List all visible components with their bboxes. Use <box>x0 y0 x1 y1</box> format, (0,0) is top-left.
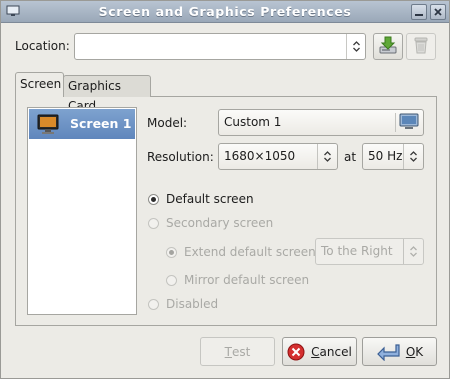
model-combo[interactable]: Custom 1 <box>218 109 424 136</box>
mirror-default-label: Mirror default screen <box>184 273 310 287</box>
location-label: Location: <box>15 39 70 53</box>
disabled-radio[interactable]: Disabled <box>148 297 218 311</box>
radio-indicator <box>166 246 177 258</box>
refresh-rate-value: 50 Hz <box>368 149 403 163</box>
screen-list[interactable]: Screen 1 <box>27 107 137 315</box>
cancel-label: ancel <box>319 344 352 359</box>
model-label: Model: <box>147 116 188 130</box>
close-button[interactable] <box>430 4 446 20</box>
default-screen-radio[interactable]: Default screen <box>148 192 254 206</box>
chevron-updown-icon <box>403 239 423 264</box>
extend-position-combo[interactable]: To the Right <box>315 238 424 265</box>
save-download-icon <box>378 35 398 58</box>
tab-graphics-card[interactable]: Graphics Card <box>63 75 151 113</box>
radio-indicator <box>148 193 159 205</box>
model-value: Custom 1 <box>224 115 282 129</box>
chevron-updown-icon <box>346 34 365 59</box>
ok-label: K <box>415 344 424 359</box>
screen-item-label: Screen 1 <box>70 116 132 131</box>
secondary-screen-label: Secondary screen <box>166 216 274 230</box>
resolution-combo[interactable]: 1680×1050 <box>218 143 338 170</box>
minimize-icon <box>414 7 424 17</box>
extend-default-radio[interactable]: Extend default screen: <box>166 245 320 259</box>
location-combo[interactable] <box>74 33 366 60</box>
test-mnemonic: T <box>224 344 232 359</box>
window-title: Screen and Graphics Preferences <box>98 4 352 19</box>
cancel-mnemonic: C <box>311 344 320 359</box>
minimize-button[interactable] <box>411 4 427 20</box>
list-item[interactable]: Screen 1 <box>29 109 135 139</box>
preferences-window: Screen and Graphics Preferences Location… <box>0 0 450 379</box>
secondary-screen-radio[interactable]: Secondary screen <box>148 216 273 230</box>
radio-indicator <box>148 217 159 229</box>
resolution-label: Resolution: <box>147 150 214 164</box>
cancel-button[interactable]: Cancel <box>282 337 357 366</box>
delete-location-button[interactable] <box>406 33 436 60</box>
tab-screen[interactable]: Screen <box>15 72 64 97</box>
extend-default-label: Extend default screen: <box>184 245 320 259</box>
ok-button[interactable]: OK <box>362 337 437 366</box>
mirror-default-radio[interactable]: Mirror default screen <box>166 273 309 287</box>
ok-mnemonic: O <box>405 344 416 359</box>
chevron-updown-icon <box>403 144 423 169</box>
chevron-updown-icon <box>317 144 337 169</box>
save-location-button[interactable] <box>373 33 403 60</box>
enter-arrow-icon <box>376 343 400 361</box>
disabled-label: Disabled <box>166 297 219 311</box>
monitor-icon <box>37 113 59 138</box>
trash-icon <box>412 35 430 58</box>
refresh-rate-combo[interactable]: 50 Hz <box>362 143 424 170</box>
close-icon <box>433 7 443 17</box>
cancel-icon <box>287 343 305 361</box>
default-screen-label: Default screen <box>166 192 254 206</box>
at-label: at <box>344 150 357 164</box>
display-icon <box>395 113 419 132</box>
extend-position-value: To the Right <box>321 244 393 258</box>
resolution-value: 1680×1050 <box>224 149 296 163</box>
radio-indicator <box>166 274 177 286</box>
title-bar[interactable]: Screen and Graphics Preferences <box>1 1 449 23</box>
test-button[interactable]: Test <box>200 337 275 366</box>
radio-indicator <box>148 298 159 310</box>
test-label: est <box>232 344 251 359</box>
